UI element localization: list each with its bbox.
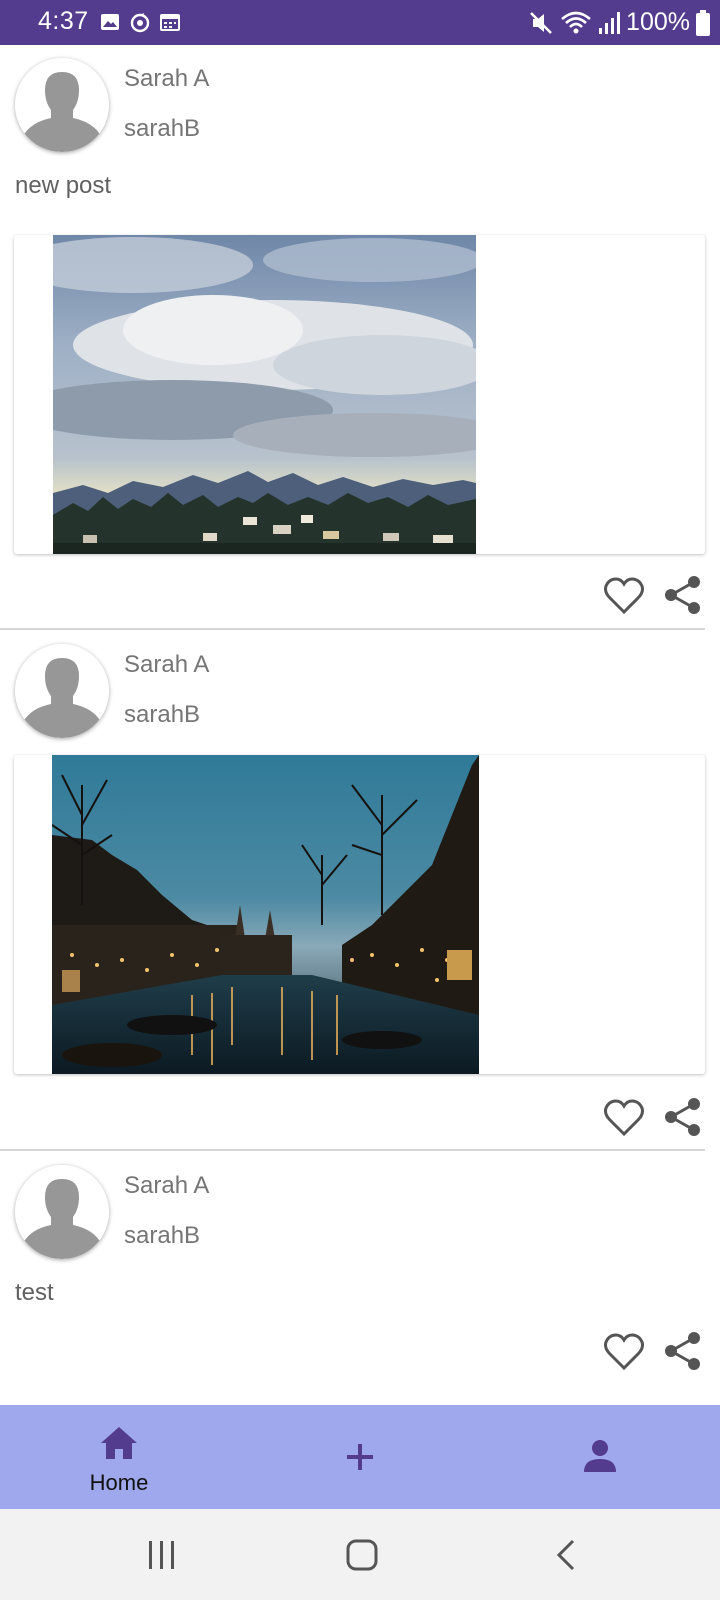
nav-home-button[interactable]: Home	[19, 1405, 219, 1509]
back-icon	[556, 1539, 575, 1571]
home-icon	[101, 1427, 137, 1459]
recents-icon	[149, 1541, 174, 1569]
post-display-name[interactable]: Sarah A	[124, 1172, 209, 1200]
default-avatar-icon	[15, 644, 109, 738]
add-icon	[347, 1444, 373, 1470]
post-image[interactable]	[52, 755, 479, 1074]
share-icon[interactable]	[664, 1331, 702, 1371]
like-heart-icon[interactable]	[604, 1333, 644, 1371]
share-icon[interactable]	[664, 575, 702, 615]
avatar[interactable]	[15, 644, 109, 738]
post-divider	[0, 1149, 705, 1151]
gallery-icon	[101, 14, 119, 30]
like-heart-icon[interactable]	[604, 1099, 644, 1137]
avatar[interactable]	[15, 1165, 109, 1259]
post-feed[interactable]: Sarah A sarahB new post Sarah A sarahB S…	[0, 45, 720, 1405]
post-image-card[interactable]	[14, 755, 705, 1074]
avatar[interactable]	[15, 58, 109, 152]
profile-icon	[584, 1440, 616, 1472]
post-username[interactable]: sarahB	[124, 701, 200, 729]
bottom-navigation: Home	[0, 1405, 720, 1509]
recents-button[interactable]	[102, 1509, 222, 1600]
post-text: new post	[15, 172, 112, 199]
home-circle-icon	[346, 1539, 378, 1571]
notification-icons	[100, 12, 180, 34]
default-avatar-icon	[15, 1165, 109, 1259]
wifi-icon	[561, 11, 591, 33]
post-image-card[interactable]	[14, 235, 705, 554]
system-navigation-bar	[0, 1509, 720, 1600]
post-display-name[interactable]: Sarah A	[124, 65, 209, 93]
post-card: Sarah A sarahB test	[0, 1152, 720, 1405]
default-avatar-icon	[15, 58, 109, 152]
post-image[interactable]	[53, 235, 476, 554]
home-system-button[interactable]	[302, 1509, 422, 1600]
post-username[interactable]: sarahB	[124, 1222, 200, 1250]
battery-percent: 100%	[626, 8, 690, 36]
calendar-icon	[160, 14, 180, 31]
battery-icon	[696, 9, 710, 36]
mute-icon	[530, 11, 552, 34]
system-status-icons: 100%	[528, 8, 710, 37]
nav-home-label: Home	[89, 1470, 149, 1495]
post-text: test	[15, 1279, 54, 1306]
nav-profile-button[interactable]	[500, 1405, 700, 1509]
post-display-name[interactable]: Sarah A	[124, 651, 209, 679]
back-system-button[interactable]	[505, 1509, 625, 1600]
share-icon[interactable]	[664, 1097, 702, 1137]
post-username[interactable]: sarahB	[124, 115, 200, 143]
like-heart-icon[interactable]	[604, 577, 644, 615]
status-bar: 4:37 100%	[0, 0, 720, 45]
post-card: Sarah A sarahB new post	[0, 45, 720, 630]
status-time: 4:37	[38, 7, 89, 35]
nav-add-post-button[interactable]	[260, 1405, 460, 1509]
signal-icon	[599, 11, 621, 34]
sync-icon	[130, 13, 150, 33]
post-card: Sarah A sarahB	[0, 630, 720, 1152]
